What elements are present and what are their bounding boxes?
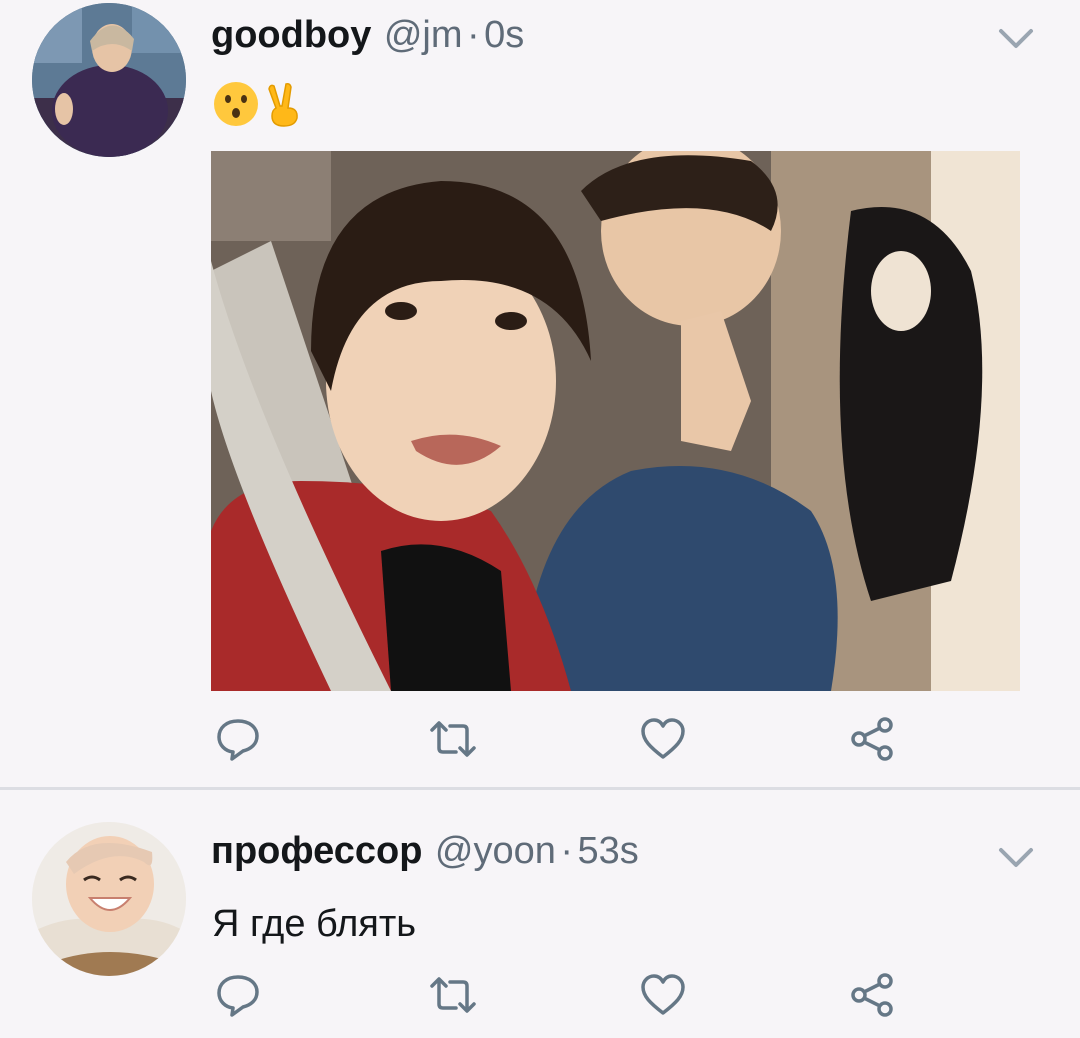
retweet-button[interactable] [426, 712, 480, 766]
chevron-down-icon[interactable] [998, 847, 1034, 869]
timestamp[interactable]: 0s [484, 14, 524, 56]
user-handle[interactable]: @yoon [435, 830, 556, 872]
tweet-actions [0, 712, 1080, 766]
tweet-header: профессор @yoon · 53s [211, 830, 639, 880]
reply-icon [217, 975, 259, 1017]
reply-icon [217, 719, 259, 761]
retweet-icon [430, 977, 476, 1013]
tweet[interactable]: профессор @yoon · 53s Я где блять [0, 790, 1080, 1038]
share-icon [851, 973, 893, 1017]
avatar[interactable] [32, 3, 186, 157]
avatar-image [32, 822, 186, 976]
heart-icon [641, 718, 685, 759]
like-button[interactable] [636, 712, 690, 766]
display-name[interactable]: goodboy [211, 14, 371, 56]
tweet-text [212, 80, 304, 128]
heart-icon [641, 974, 685, 1015]
tweet-header: goodboy @jm · 0s [211, 14, 524, 64]
tweet-actions [0, 968, 1080, 1022]
tweet[interactable]: goodboy @jm · 0s [0, 0, 1080, 788]
reply-button[interactable] [211, 968, 265, 1022]
victory-hand-emoji [268, 83, 298, 127]
share-icon [851, 717, 893, 761]
display-name[interactable]: профессор [211, 830, 422, 872]
tweet-photo[interactable] [211, 151, 1020, 691]
chevron-down-icon[interactable] [998, 28, 1034, 50]
separator: · [560, 830, 573, 872]
timestamp[interactable]: 53s [577, 830, 638, 872]
like-button[interactable] [636, 968, 690, 1022]
retweet-icon [430, 721, 476, 757]
retweet-button[interactable] [426, 968, 480, 1022]
avatar-image [32, 3, 186, 157]
tweet-text: Я где блять [212, 903, 417, 945]
separator: · [466, 14, 480, 56]
avatar[interactable] [32, 822, 186, 976]
user-handle[interactable]: @jm [384, 14, 463, 56]
hushed-face-emoji [214, 82, 258, 126]
reply-button[interactable] [211, 712, 265, 766]
photo-image [211, 151, 1020, 691]
share-button[interactable] [846, 968, 900, 1022]
share-button[interactable] [846, 712, 900, 766]
